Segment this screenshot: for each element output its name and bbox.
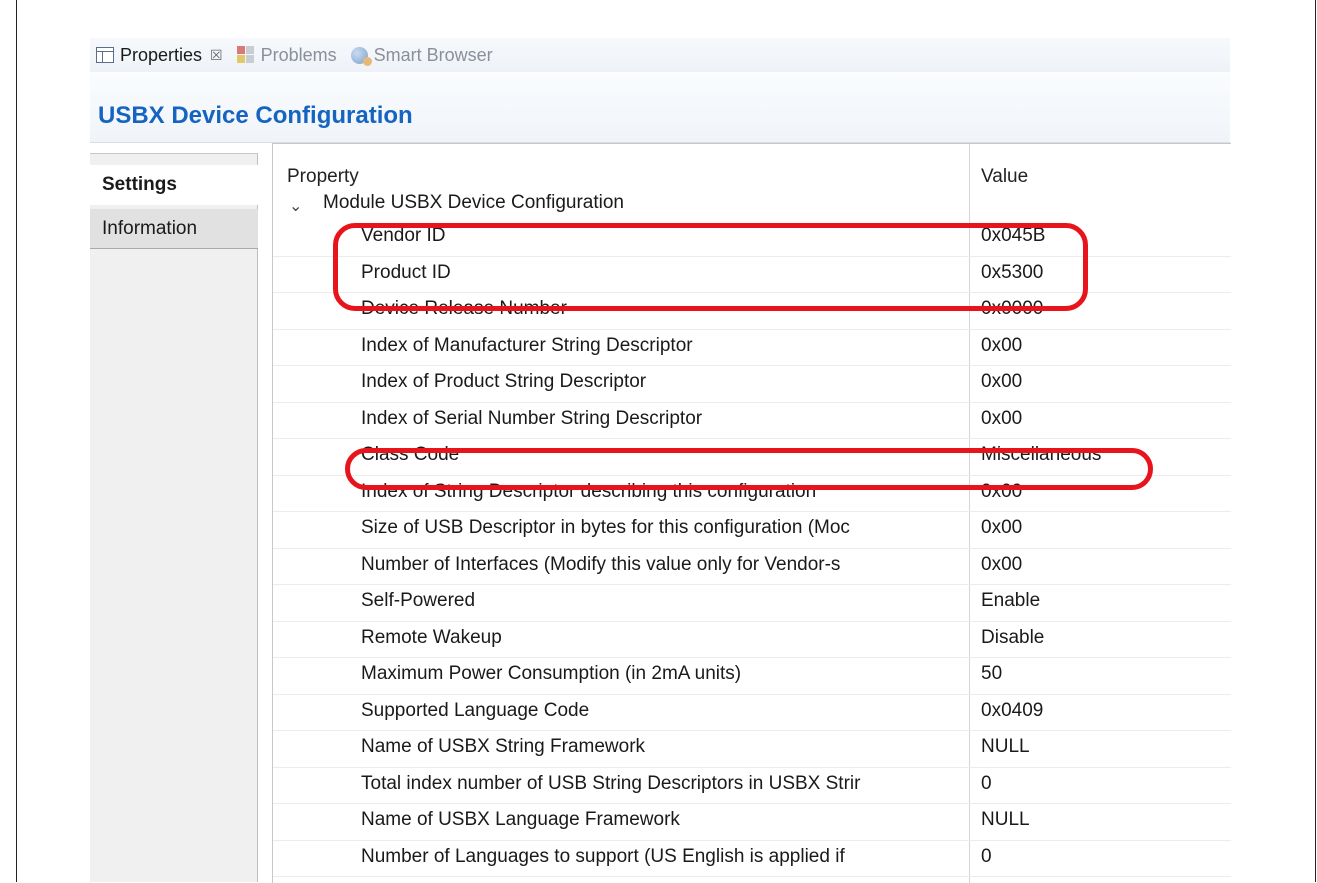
- property-value[interactable]: 0: [981, 773, 992, 795]
- table-row[interactable]: Number of Interfaces (Modify this value …: [273, 549, 1231, 585]
- table-row[interactable]: Number of Languages to support (US Engli…: [273, 841, 1231, 877]
- table-row[interactable]: Name of USBX Language Framework NULL: [273, 804, 1231, 841]
- table-row[interactable]: Remote Wakeup Disable: [273, 622, 1231, 658]
- table-row[interactable]: Supported Language Code 0x0409: [273, 695, 1231, 731]
- page-title: USBX Device Configuration: [98, 102, 413, 129]
- property-name: Total index number of USB String Descrip…: [361, 772, 861, 794]
- tab-smart-browser[interactable]: Smart Browser: [350, 44, 493, 66]
- property-name: Maximum Power Consumption (in 2mA units): [361, 663, 742, 684]
- property-value[interactable]: 0x00: [981, 554, 1022, 576]
- tree-group-row[interactable]: ⌄ Module USBX Device Configuration: [273, 192, 1231, 220]
- property-value[interactable]: Disable: [981, 627, 1044, 649]
- table-header: Property Value: [273, 144, 1231, 198]
- table-body: ⌄ Module USBX Device Configuration Vendo…: [273, 192, 1231, 877]
- property-name: Size of USB Descriptor in bytes for this…: [361, 517, 850, 538]
- property-value[interactable]: Miscellaneous: [981, 444, 1101, 466]
- property-name: Number of Languages to support (US Engli…: [361, 845, 845, 867]
- property-name: Vendor ID: [361, 225, 446, 246]
- property-name: Name of USBX Language Framework: [361, 809, 680, 830]
- tab-smart-browser-label: Smart Browser: [373, 44, 493, 65]
- tab-properties-label: Properties: [120, 44, 203, 65]
- smart-browser-icon: [350, 46, 372, 66]
- column-header-property[interactable]: Property: [287, 166, 359, 188]
- property-value[interactable]: NULL: [981, 736, 1030, 758]
- close-icon[interactable]: ☒: [210, 47, 223, 64]
- tab-problems-label: Problems: [260, 44, 337, 65]
- property-name: Supported Language Code: [361, 699, 590, 721]
- property-name: Self-Powered: [361, 590, 476, 611]
- property-name: Index of String Descriptor describing th…: [361, 480, 817, 502]
- property-name: Number of Interfaces (Modify this value …: [361, 553, 841, 575]
- chevron-down-icon[interactable]: ⌄: [289, 196, 302, 216]
- property-value[interactable]: 0x00: [981, 481, 1022, 503]
- property-name: Index of Manufacturer String Descriptor: [361, 334, 693, 356]
- table-row[interactable]: Total index number of USB String Descrip…: [273, 768, 1231, 804]
- table-row[interactable]: Vendor ID 0x045B: [273, 220, 1231, 257]
- table-row[interactable]: Index of String Descriptor describing th…: [273, 476, 1231, 512]
- column-header-value[interactable]: Value: [981, 166, 1028, 188]
- table-row[interactable]: Device Release Number 0x0000: [273, 293, 1231, 330]
- sidebar-border: [257, 153, 258, 882]
- property-value[interactable]: 0x00: [981, 335, 1022, 357]
- property-value[interactable]: 0x00: [981, 517, 1022, 539]
- table-row[interactable]: Self-Powered Enable: [273, 585, 1231, 622]
- sidebar-divider: [90, 143, 258, 154]
- property-name: Name of USBX String Framework: [361, 736, 646, 757]
- property-value[interactable]: 0x5300: [981, 262, 1043, 284]
- property-value[interactable]: 0x0409: [981, 700, 1043, 722]
- property-name: Index of Product String Descriptor: [361, 371, 647, 392]
- view-tab-bar: Properties ☒ Problems Smart Browser: [90, 38, 1230, 72]
- property-name: Remote Wakeup: [361, 626, 502, 648]
- property-name: Index of Serial Number String Descriptor: [361, 407, 703, 429]
- property-name: Class Code: [361, 444, 460, 465]
- table-row[interactable]: Maximum Power Consumption (in 2mA units)…: [273, 658, 1231, 695]
- table-row[interactable]: Product ID 0x5300: [273, 257, 1231, 293]
- table-row[interactable]: Name of USBX String Framework NULL: [273, 731, 1231, 768]
- property-value[interactable]: 50: [981, 663, 1002, 685]
- property-value[interactable]: 0x00: [981, 371, 1022, 393]
- table-row[interactable]: Size of USB Descriptor in bytes for this…: [273, 512, 1231, 549]
- property-name: Product ID: [361, 261, 451, 283]
- table-row[interactable]: Class Code Miscellaneous: [273, 439, 1231, 476]
- property-value[interactable]: 0x045B: [981, 225, 1045, 247]
- property-name: Device Release Number: [361, 298, 567, 319]
- property-value[interactable]: Enable: [981, 590, 1040, 612]
- property-value[interactable]: 0x00: [981, 408, 1022, 430]
- section-header: USBX Device Configuration: [90, 72, 1230, 143]
- tree-group-label: Module USBX Device Configuration: [323, 192, 624, 213]
- settings-sidebar: Settings Information: [90, 143, 258, 882]
- property-value[interactable]: 0: [981, 846, 992, 868]
- property-value[interactable]: NULL: [981, 809, 1030, 831]
- properties-table: Property Value ⌄ Module USBX Device Conf…: [272, 143, 1231, 883]
- tab-information[interactable]: Information: [90, 209, 258, 249]
- properties-icon: [96, 47, 114, 63]
- table-row[interactable]: Index of Manufacturer String Descriptor 0…: [273, 330, 1231, 366]
- tab-settings[interactable]: Settings: [90, 165, 258, 205]
- property-value[interactable]: 0x0000: [981, 298, 1043, 320]
- tab-problems[interactable]: Problems: [236, 44, 337, 66]
- table-row[interactable]: Index of Product String Descriptor 0x00: [273, 366, 1231, 403]
- tab-properties[interactable]: Properties ☒: [90, 45, 223, 66]
- problems-icon: [236, 46, 255, 64]
- table-row[interactable]: Index of Serial Number String Descriptor…: [273, 403, 1231, 439]
